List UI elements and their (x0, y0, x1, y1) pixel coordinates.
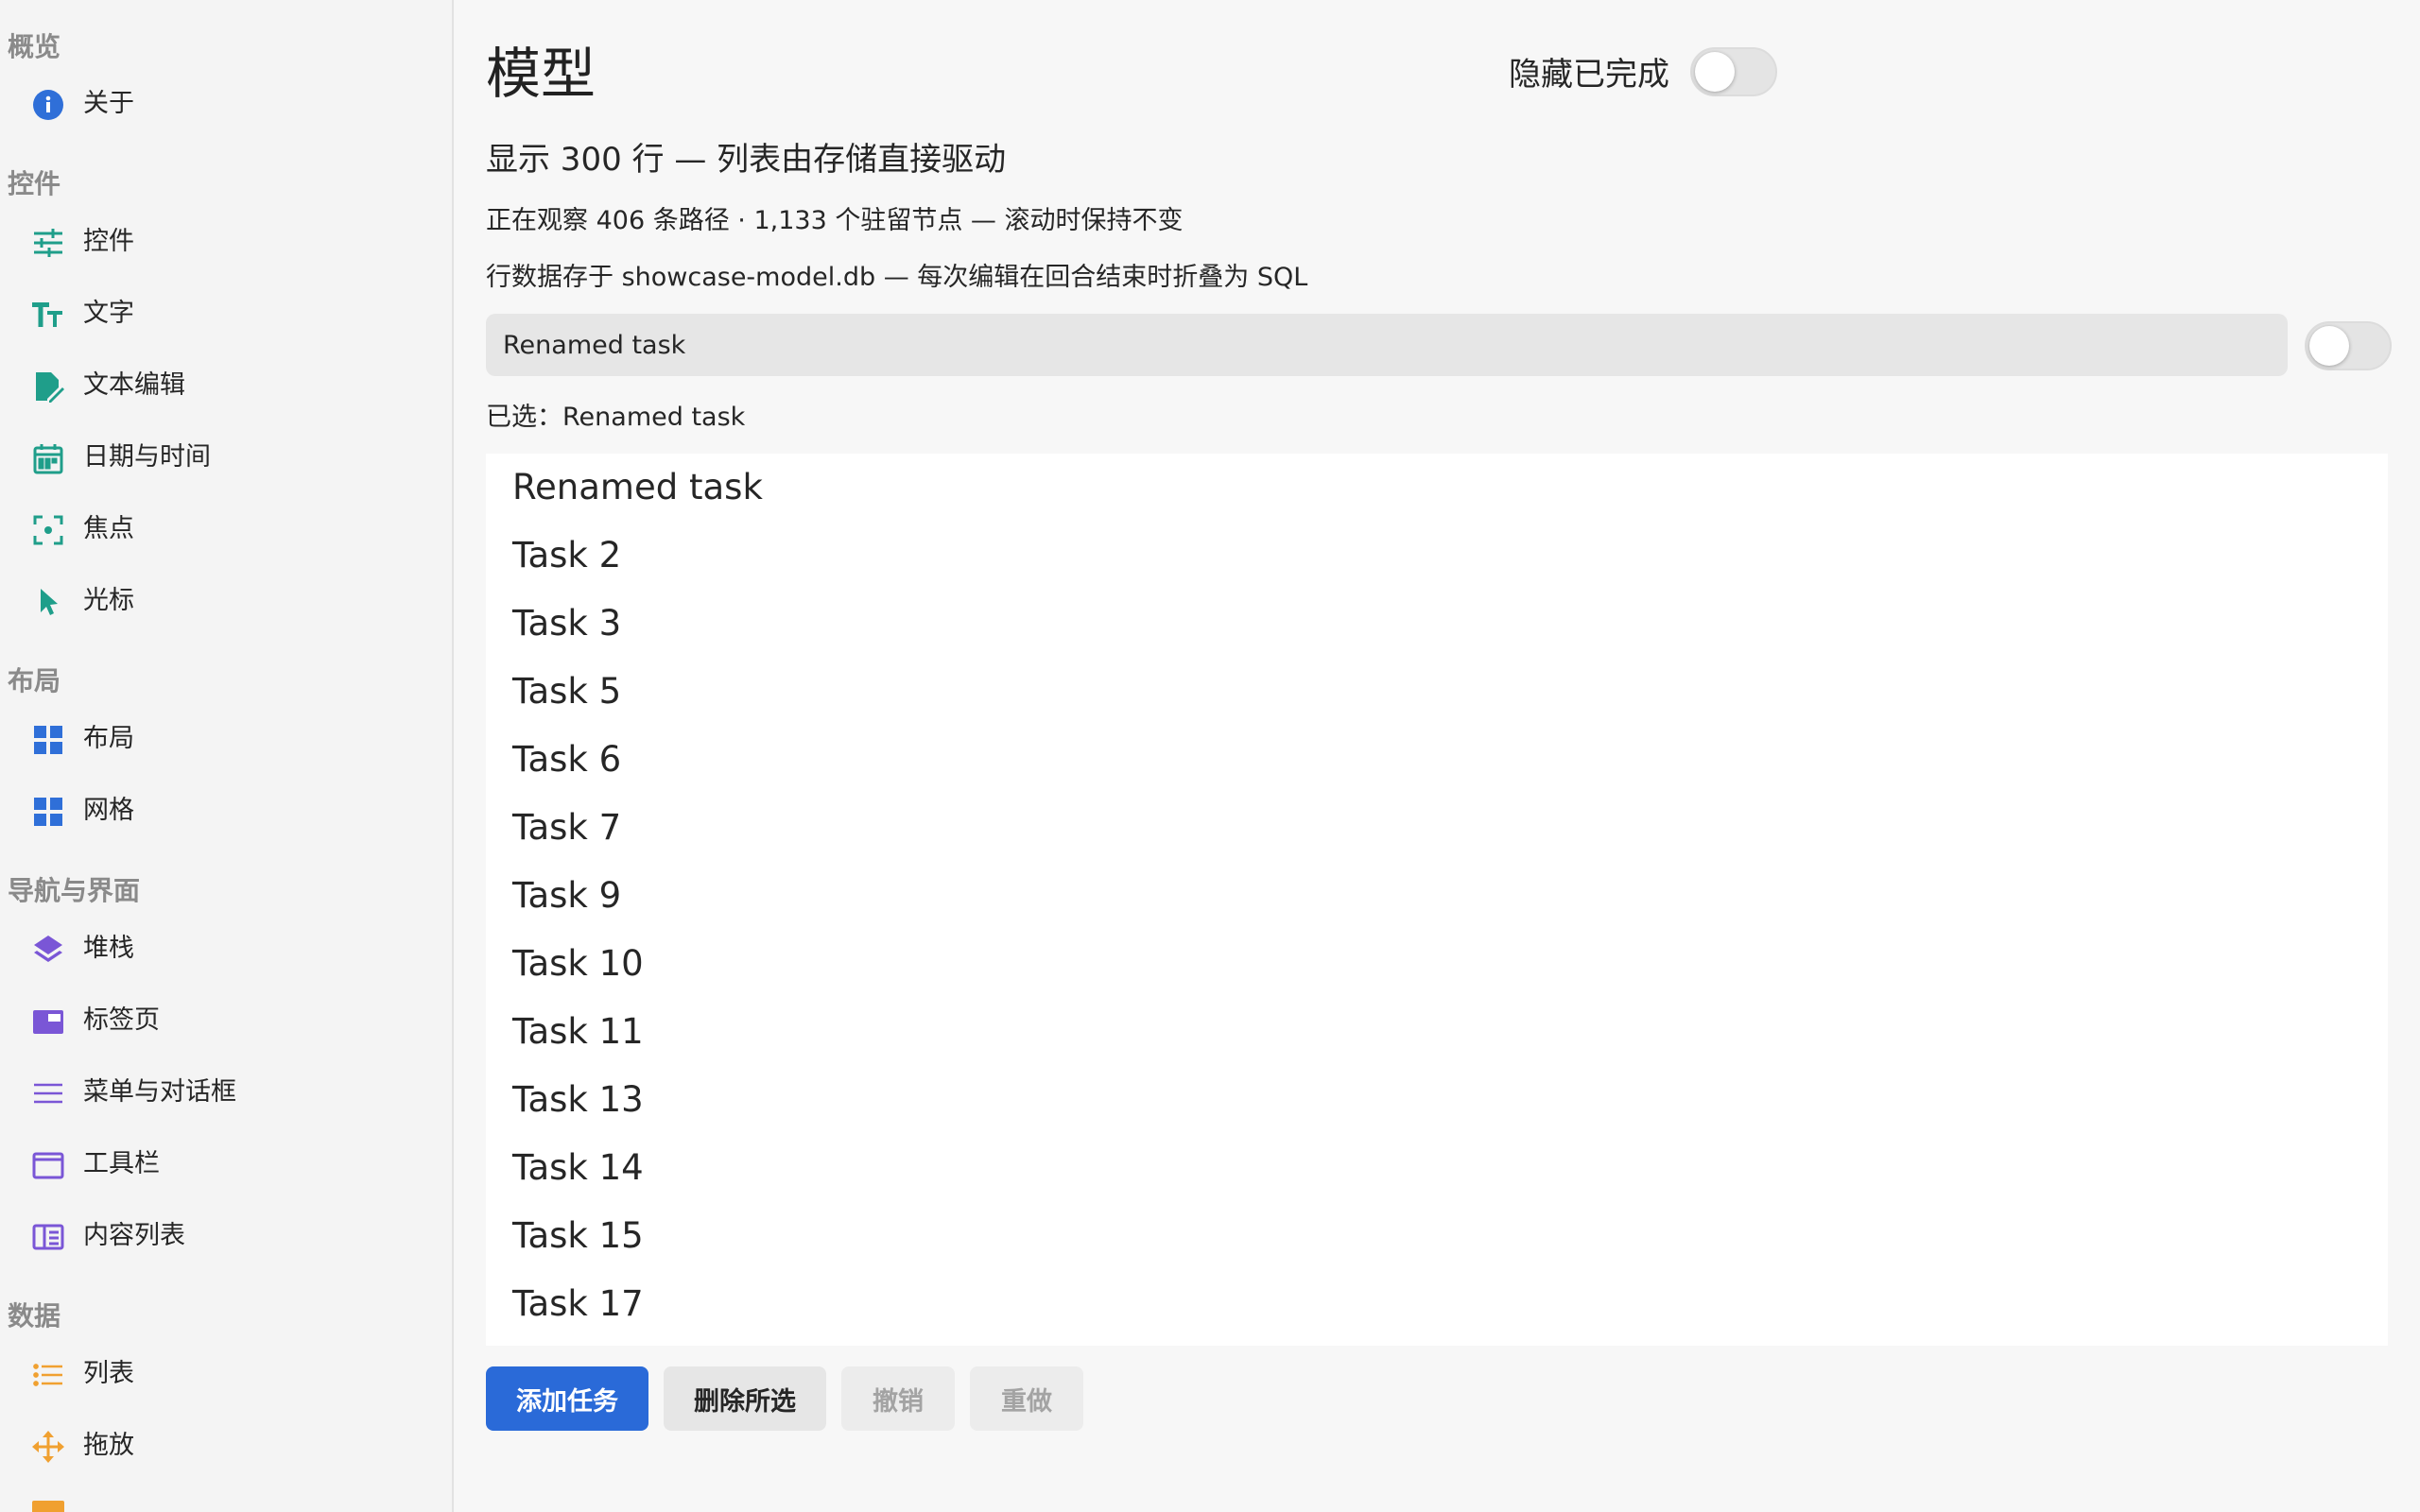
list-item[interactable]: Task 7 (486, 794, 2388, 862)
toolbar-icon (32, 1149, 64, 1181)
sidebar-item-text[interactable]: 文字 (0, 285, 452, 342)
section-header-overview: 概览 (8, 31, 61, 62)
sidebar-item-label: 标签页 (83, 1005, 160, 1035)
hide-completed-label: 隐藏已完成 (1509, 56, 1669, 94)
toggle-knob (2309, 326, 2349, 366)
sidebar-item-date-time[interactable]: 日期与时间 (0, 429, 452, 486)
sidebar-item-label: 拖放 (83, 1431, 134, 1460)
sidebar-item-about[interactable]: 关于 (0, 76, 452, 132)
list-item[interactable]: Task 15 (486, 1202, 2388, 1270)
sidebar-item-grid[interactable]: 网格 (0, 782, 452, 839)
sidebar-item-label: 布局 (83, 724, 134, 753)
task-list[interactable]: Renamed task Task 2 Task 3 Task 5 Task 6… (486, 454, 2388, 1346)
list-item[interactable]: Renamed task (486, 454, 2388, 522)
sidebar-item-cursor[interactable]: 光标 (0, 573, 452, 629)
selected-task-label: 已选：Renamed task (486, 403, 746, 432)
input-toggle[interactable] (2305, 321, 2392, 370)
tabs-icon (32, 1005, 64, 1038)
sidebar-item-focus[interactable]: 焦点 (0, 501, 452, 558)
sidebar-item-menus-dialogs[interactable]: 菜单与对话框 (0, 1064, 452, 1121)
toggle-knob (1695, 52, 1735, 92)
section-header-layout: 布局 (8, 665, 61, 696)
layers-icon (32, 934, 64, 966)
add-task-button[interactable]: 添加任务 (486, 1366, 648, 1431)
undo-button[interactable]: 撤销 (841, 1366, 955, 1431)
task-name-input[interactable] (486, 314, 2288, 376)
sidebar-item-label: 工具栏 (83, 1149, 160, 1178)
sidebar-item-label: 网格 (83, 796, 134, 825)
layout-icon (32, 724, 64, 756)
observe-info: 正在观察 406 条路径 · 1,133 个驻留节点 — 滚动时保持不变 (486, 206, 1184, 235)
row-count-subtitle: 显示 300 行 — 列表由存储直接驱动 (486, 141, 1007, 179)
sidebar-item-label: 光标 (83, 586, 134, 615)
list-item[interactable]: Task 11 (486, 998, 2388, 1066)
sidebar-item-content-list[interactable]: 内容列表 (0, 1208, 452, 1264)
sidebar-item-label: 列表 (83, 1359, 134, 1388)
partial-item-icon (32, 1501, 64, 1512)
info-icon (32, 89, 64, 121)
sidebar-item-list[interactable]: 列表 (0, 1346, 452, 1402)
sidebar-item-label: 文字 (83, 299, 134, 328)
list-item[interactable]: Task 13 (486, 1066, 2388, 1134)
sidebar-item-controls[interactable]: 控件 (0, 214, 452, 270)
redo-button[interactable]: 重做 (970, 1366, 1083, 1431)
list-item[interactable]: Task 5 (486, 658, 2388, 726)
sidebar-item-label: 菜单与对话框 (83, 1077, 236, 1107)
section-header-navigation: 导航与界面 (8, 875, 141, 906)
sliders-icon (32, 227, 64, 259)
list-item[interactable]: Task 3 (486, 590, 2388, 658)
sidebar-item-label: 焦点 (83, 514, 134, 543)
list-item[interactable]: Task 14 (486, 1134, 2388, 1202)
list-item[interactable]: Task 2 (486, 522, 2388, 590)
sidebar-item-layout[interactable]: 布局 (0, 711, 452, 767)
section-header-data: 数据 (8, 1300, 61, 1332)
list-icon (32, 1359, 64, 1391)
sidebar: 概览 关于 控件 控件 文字 文本编辑 日期与时间 焦点 光标 布局 布局 网格… (0, 0, 454, 1512)
storage-info: 行数据存于 showcase-model.db — 每次编辑在回合结束时折叠为 … (486, 263, 1308, 292)
section-header-controls: 控件 (8, 168, 61, 199)
main-content: 模型 隐藏已完成 显示 300 行 — 列表由存储直接驱动 正在观察 406 条… (456, 0, 2420, 1512)
focus-icon (32, 514, 64, 546)
sidebar-item-label: 内容列表 (83, 1221, 185, 1250)
sidebar-item-label: 文本编辑 (83, 370, 185, 400)
calendar-icon (32, 442, 64, 474)
sidebar-item-label: 堆栈 (83, 934, 134, 963)
sidebar-item-label: 关于 (83, 89, 134, 118)
content-list-icon (32, 1221, 64, 1253)
sidebar-item-tabs[interactable]: 标签页 (0, 992, 452, 1049)
menu-icon (32, 1077, 64, 1109)
move-icon (32, 1431, 64, 1463)
sidebar-item-text-editing[interactable]: 文本编辑 (0, 357, 452, 414)
list-item[interactable]: Task 6 (486, 726, 2388, 794)
list-item[interactable]: Task 17 (486, 1270, 2388, 1338)
sidebar-item-drag-drop[interactable]: 拖放 (0, 1418, 452, 1474)
text-size-icon (32, 299, 64, 331)
edit-document-icon (32, 370, 64, 403)
list-item[interactable]: Task 9 (486, 862, 2388, 930)
page-title: 模型 (486, 42, 596, 106)
hide-completed-toggle[interactable] (1690, 47, 1777, 96)
sidebar-item-label: 日期与时间 (83, 442, 211, 472)
cursor-icon (32, 586, 64, 618)
delete-selected-button[interactable]: 删除所选 (664, 1366, 826, 1431)
list-item[interactable]: Task 10 (486, 930, 2388, 998)
sidebar-item-toolbar[interactable]: 工具栏 (0, 1136, 452, 1193)
sidebar-item-stack[interactable]: 堆栈 (0, 920, 452, 977)
grid-icon (32, 796, 64, 828)
sidebar-item-label: 控件 (83, 227, 134, 256)
